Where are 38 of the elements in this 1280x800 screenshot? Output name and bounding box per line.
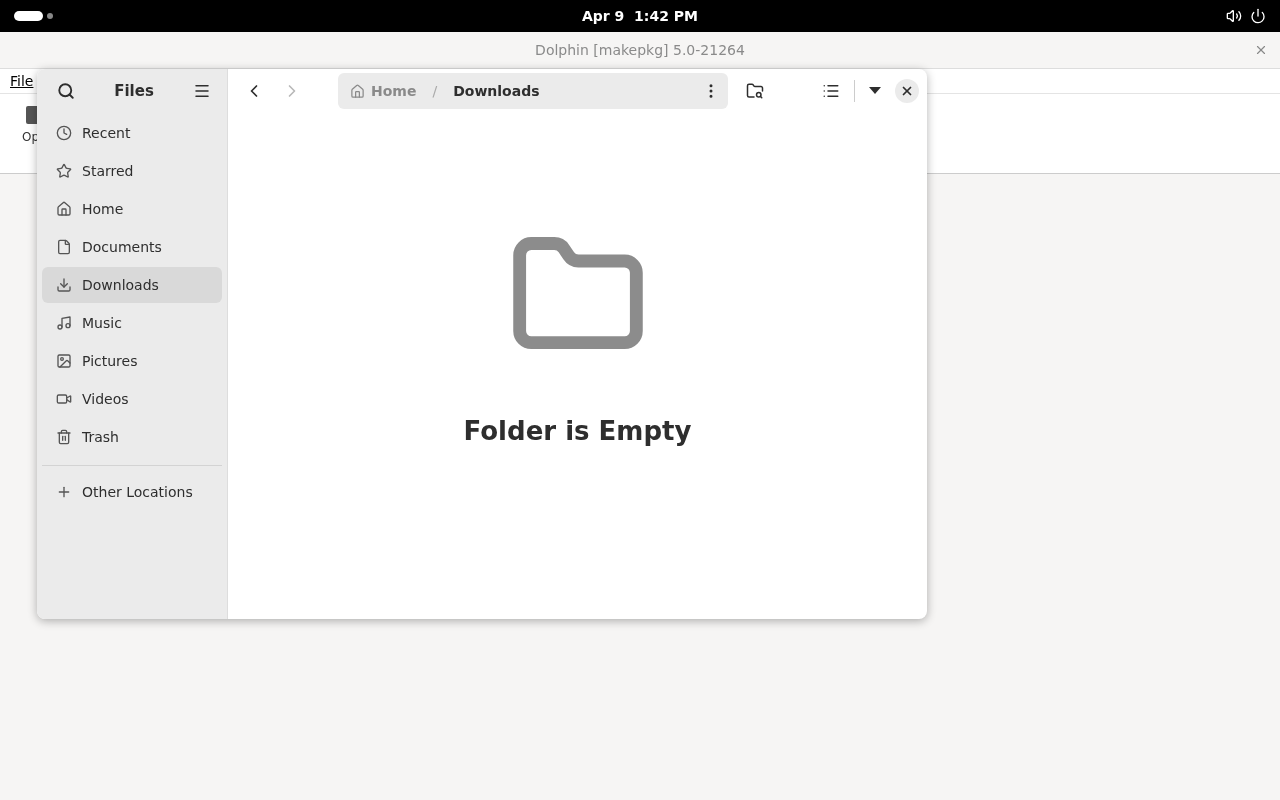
sidebar-title: Files [114,82,154,100]
sidebar-item[interactable]: Downloads [42,267,222,303]
sidebar-item[interactable]: Music [42,305,222,341]
path-crumb[interactable]: Downloads [453,83,540,99]
download-icon [56,277,72,293]
menu-item[interactable]: File [10,73,34,89]
image-icon [56,353,72,369]
close-icon [900,84,914,98]
sidebar-item[interactable]: Trash [42,419,222,455]
sidebar-item[interactable]: Documents [42,229,222,265]
plus-icon [56,484,72,500]
path-separator: / [432,83,438,99]
close-icon[interactable] [1254,43,1268,57]
document-icon [56,239,72,255]
sidebar-item[interactable]: Starred [42,153,222,189]
list-icon [822,82,840,100]
trash-icon [56,429,72,445]
close-button[interactable] [895,79,919,103]
sidebar-item[interactable]: Videos [42,381,222,417]
home-icon [350,83,365,99]
power-icon[interactable] [1250,8,1266,24]
clock[interactable]: Apr 9 1:42 PM [582,8,698,24]
sidebar-item[interactable]: Pictures [42,343,222,379]
music-note-icon [56,315,72,331]
empty-folder-message: Folder is Empty [463,416,692,446]
volume-icon[interactable] [1226,8,1242,24]
video-camera-icon [56,391,72,407]
sidebar-item[interactable]: Other Locations [42,474,222,510]
menu-icon [193,82,211,100]
path-bar[interactable]: Home / Downloads [338,73,728,109]
sidebar-item[interactable]: Home [42,191,222,227]
sidebar-item[interactable]: Recent [42,115,222,151]
home-icon [56,201,72,217]
star-icon [56,163,72,179]
window-title: Dolphin [makepkg] 5.0-21264 [535,42,745,58]
clock-icon [56,125,72,141]
search-icon [57,82,75,100]
folder-search-icon [746,82,764,100]
